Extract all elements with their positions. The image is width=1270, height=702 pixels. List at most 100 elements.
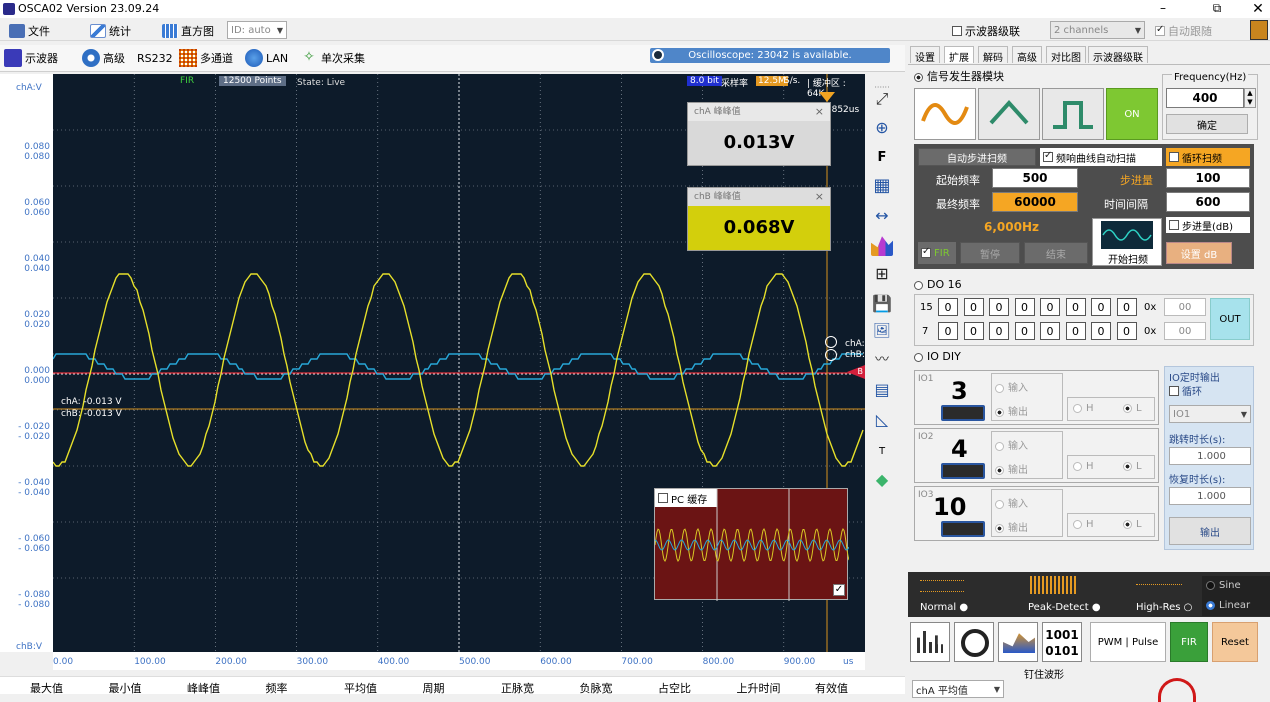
tag-icon[interactable]: ◆ [871, 468, 893, 490]
close-icon[interactable]: ✕ [1243, 1, 1270, 17]
zoom-in-icon[interactable]: ⊕ [871, 116, 893, 138]
do16-bit[interactable]: 0 [1065, 322, 1086, 340]
histogram-menu[interactable]: 直方图 [162, 22, 214, 39]
do16-bit[interactable]: 0 [1040, 298, 1060, 316]
spectrum-icon[interactable] [871, 236, 893, 256]
io-input-option[interactable]: 输入 [995, 379, 1028, 394]
trigger-marker-icon[interactable] [819, 92, 835, 102]
triangle-wave-button[interactable] [978, 88, 1040, 140]
tab-3[interactable]: 高级 [1012, 46, 1042, 64]
step-db-checkbox[interactable]: 步进量(dB) [1166, 217, 1250, 233]
step-input[interactable]: 100 [1166, 168, 1250, 188]
frequency-confirm-button[interactable]: 确定 [1166, 114, 1248, 134]
image-icon[interactable]: 🖼 [871, 320, 893, 342]
high-res-mode[interactable]: High-Res ○ [1136, 602, 1192, 613]
do16-bit[interactable]: 0 [963, 298, 984, 316]
io-output-option[interactable]: 输出 [995, 403, 1028, 418]
recover-input[interactable]: 1.000 [1169, 487, 1251, 505]
normal-mode[interactable]: Normal ● [920, 602, 968, 613]
bar-chart-button[interactable] [910, 622, 950, 662]
sine-interp[interactable]: Sine [1206, 580, 1241, 591]
io-low-option[interactable]: L [1123, 403, 1142, 414]
tab-1[interactable]: 扩展 [944, 46, 974, 64]
maximize-icon[interactable]: ⧉ [1202, 1, 1232, 16]
frequency-input[interactable]: 400 [1166, 88, 1244, 108]
auto-follow-checkbox[interactable]: 自动跟随 [1155, 22, 1212, 39]
channels-combo[interactable]: 2 channels ▼ [1050, 21, 1145, 39]
fit-screen-icon[interactable]: ⤢ [871, 88, 893, 110]
stats-menu[interactable]: 统计 [90, 22, 131, 39]
end-freq-input[interactable]: 60000 [992, 192, 1078, 212]
io-high-option[interactable]: H [1073, 461, 1094, 472]
do16-bit[interactable]: 0 [989, 298, 1009, 316]
pc-buffer-confirm-icon[interactable]: ✓ [833, 584, 845, 596]
math-icon[interactable]: ⊞ [871, 262, 893, 284]
timed-output-button[interactable]: 输出 [1169, 517, 1251, 545]
loop-checkbox[interactable]: 循环 [1169, 383, 1202, 398]
binary-button[interactable]: 1001 0101 [1042, 622, 1082, 662]
file-menu[interactable]: 文件 [9, 22, 50, 39]
pwm-button[interactable]: PWM | Pulse [1090, 622, 1166, 662]
siggen-radio[interactable]: 信号发生器模块 [914, 68, 1004, 84]
record-icon[interactable] [1158, 678, 1196, 702]
start-scan-button[interactable]: 开始扫频 [1092, 218, 1162, 266]
advanced-button[interactable]: 高级 [82, 48, 125, 68]
single-capture-button[interactable]: ✧ 单次采集 [300, 48, 365, 68]
auto-scan-checkbox[interactable]: 频响曲线自动扫描 [1040, 148, 1162, 166]
oscilloscope-button[interactable]: 示波器 [4, 48, 58, 68]
fir-button[interactable]: FIR [1170, 622, 1208, 662]
io-select[interactable]: IO1 ▼ [1169, 405, 1251, 423]
cha-avg-select[interactable]: chA 平均值 ▼ [912, 680, 1004, 698]
linear-interp[interactable]: Linear [1206, 600, 1250, 611]
do16-row2-hex[interactable]: 00 [1164, 322, 1206, 340]
auto-step-button[interactable]: 自动步进扫频 [918, 148, 1036, 166]
close-icon[interactable]: × [815, 188, 824, 206]
io-low-option[interactable]: L [1123, 519, 1142, 530]
measure-span-icon[interactable]: ↔ [871, 204, 893, 226]
cascade-checkbox[interactable]: 示波器级联 [952, 22, 1020, 39]
do16-out-button[interactable]: OUT [1210, 298, 1250, 340]
sine-wave-button[interactable] [914, 88, 976, 140]
iodiy-radio[interactable]: IO DIY [914, 350, 961, 363]
do16-bit[interactable]: 0 [938, 298, 958, 316]
io-output-option[interactable]: 输出 [995, 519, 1028, 534]
io-input-option[interactable]: 输入 [995, 495, 1028, 510]
jump-input[interactable]: 1.000 [1169, 447, 1251, 465]
chb-cursor-icon[interactable] [825, 349, 837, 361]
set-db-button[interactable]: 设置 dB [1166, 242, 1232, 264]
waveform-icon[interactable]: 〰 [871, 348, 893, 370]
spectrum-button[interactable] [998, 622, 1038, 662]
square-wave-button[interactable] [1042, 88, 1104, 140]
io-high-option[interactable]: H [1073, 519, 1094, 530]
multichannel-button[interactable]: 多通道 [179, 48, 233, 68]
do16-bit[interactable]: 0 [963, 322, 984, 340]
tab-4[interactable]: 对比图 [1046, 46, 1086, 64]
siggen-on-button[interactable]: ON [1106, 88, 1158, 140]
loop-scan-checkbox[interactable]: 循环扫频 [1166, 148, 1250, 166]
pc-buffer-preview[interactable]: PC 缓存 ✓ [654, 488, 849, 601]
tab-5[interactable]: 示波器级联 [1088, 46, 1148, 64]
frequency-spinner-icon[interactable]: ▲ ▼ [1244, 88, 1256, 108]
minimize-icon[interactable]: – [1148, 1, 1178, 15]
tab-2[interactable]: 解码 [978, 46, 1008, 64]
scope-screen[interactable]: FIR 12500 Points State: Live 8.0 bit 采样率… [53, 74, 865, 652]
t-icon[interactable]: T [871, 440, 893, 462]
io-low-option[interactable]: L [1123, 461, 1142, 472]
rs232-button[interactable]: RS232 [137, 48, 173, 68]
tab-0[interactable]: 设置 [910, 46, 940, 64]
cha-cursor-icon[interactable] [825, 336, 837, 348]
do16-bit[interactable]: 0 [1065, 298, 1086, 316]
interval-input[interactable]: 600 [1166, 192, 1250, 212]
io-output-option[interactable]: 输出 [995, 461, 1028, 476]
do16-row1-hex[interactable]: 00 [1164, 298, 1206, 316]
f-icon[interactable]: F [871, 146, 893, 168]
do16-bit[interactable]: 0 [1116, 322, 1137, 340]
io-high-option[interactable]: H [1073, 403, 1094, 414]
io-input-option[interactable]: 输入 [995, 437, 1028, 452]
close-icon[interactable]: × [815, 103, 824, 121]
lan-button[interactable]: LAN [245, 48, 288, 68]
table-icon[interactable]: ▤ [871, 378, 893, 400]
ruler-icon[interactable]: ◺ [871, 408, 893, 430]
do16-radio[interactable]: DO 16 [914, 278, 962, 291]
do16-bit[interactable]: 0 [1091, 322, 1111, 340]
